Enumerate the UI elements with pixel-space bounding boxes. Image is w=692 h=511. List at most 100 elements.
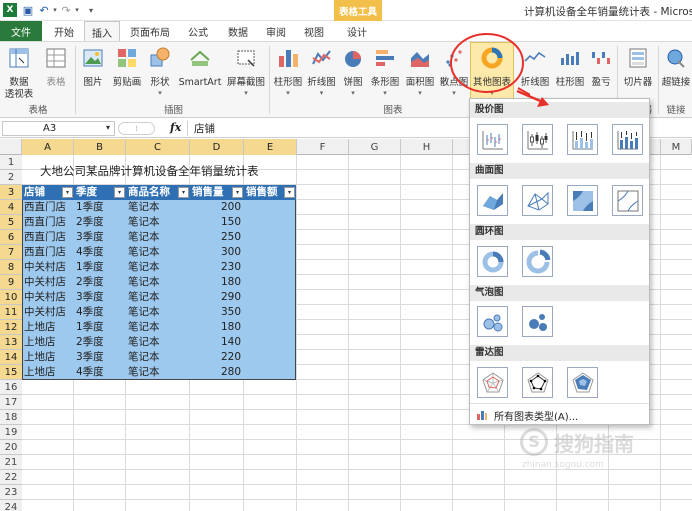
redo-dropdown-icon[interactable]: ▾ xyxy=(70,3,84,17)
column-header[interactable]: B xyxy=(74,139,126,155)
row-header[interactable]: 2 xyxy=(0,170,22,185)
radar-chart-option[interactable] xyxy=(477,367,508,398)
stock-vhlc-chart-option[interactable] xyxy=(567,124,598,155)
table-cell[interactable]: 290 xyxy=(190,290,244,305)
name-box-dropdown-icon[interactable]: ▾ xyxy=(106,123,110,132)
table-cell[interactable] xyxy=(244,200,296,215)
table-cell[interactable]: 2季度 xyxy=(74,335,126,350)
stock-ohlc-chart-option[interactable] xyxy=(522,124,553,155)
table-header-cell[interactable]: 商品名称 ▾ xyxy=(126,185,190,200)
row-header[interactable]: 8 xyxy=(0,260,22,275)
table-cell[interactable]: 笔记本 xyxy=(126,230,190,245)
insert-function-icon[interactable]: fx xyxy=(170,121,181,134)
row-header[interactable]: 16 xyxy=(0,380,22,395)
row-header[interactable]: 14 xyxy=(0,350,22,365)
column-header[interactable]: H xyxy=(401,139,453,155)
table-cell[interactable]: 中关村店 xyxy=(22,290,74,305)
wireframe-3d-chart-option[interactable] xyxy=(522,185,553,216)
table-cell[interactable] xyxy=(244,260,296,275)
row-header[interactable]: 24 xyxy=(0,500,22,511)
row-header[interactable]: 6 xyxy=(0,230,22,245)
table-cell[interactable]: 上地店 xyxy=(22,365,74,380)
wireframe-contour-chart-option[interactable] xyxy=(612,185,643,216)
row-header[interactable]: 10 xyxy=(0,290,22,305)
table-cell[interactable]: 笔记本 xyxy=(126,245,190,260)
row-header[interactable]: 11 xyxy=(0,305,22,320)
shapes-button[interactable]: 形状 ▾ xyxy=(147,45,173,101)
column-header[interactable]: M xyxy=(661,139,692,155)
row-header[interactable]: 21 xyxy=(0,455,22,470)
table-cell[interactable] xyxy=(244,365,296,380)
tab-view[interactable]: 视图 xyxy=(296,21,332,41)
bubble-chart-option[interactable] xyxy=(477,306,508,337)
table-cell[interactable]: 中关村店 xyxy=(22,275,74,290)
clipart-button[interactable]: 剪贴画 xyxy=(109,45,145,101)
tab-review[interactable]: 审阅 xyxy=(258,21,294,41)
tab-home[interactable]: 开始 xyxy=(46,21,82,41)
table-cell[interactable]: 250 xyxy=(190,230,244,245)
surface-3d-chart-option[interactable] xyxy=(477,185,508,216)
row-header[interactable]: 22 xyxy=(0,470,22,485)
row-header[interactable]: 17 xyxy=(0,395,22,410)
table-cell[interactable]: 180 xyxy=(190,320,244,335)
table-cell[interactable] xyxy=(244,290,296,305)
pie-chart-button[interactable]: 饼图 ▾ xyxy=(340,45,366,101)
filter-dropdown-icon[interactable]: ▾ xyxy=(62,187,73,198)
bubble-3d-chart-option[interactable] xyxy=(522,306,553,337)
row-header[interactable]: 5 xyxy=(0,215,22,230)
table-cell[interactable]: 3季度 xyxy=(74,350,126,365)
slicer-button[interactable]: 切片器 xyxy=(620,45,656,101)
bar-chart-button[interactable]: 条形图 ▾ xyxy=(368,45,402,101)
tab-data[interactable]: 数据 xyxy=(220,21,256,41)
column-header[interactable]: C xyxy=(126,139,190,155)
row-header[interactable]: 15 xyxy=(0,365,22,380)
table-cell[interactable]: 350 xyxy=(190,305,244,320)
filter-dropdown-icon[interactable]: ▾ xyxy=(114,187,125,198)
sparkline-column-button[interactable]: 柱形图 xyxy=(553,45,587,101)
table-cell[interactable]: 180 xyxy=(190,275,244,290)
table-cell[interactable]: 3季度 xyxy=(74,230,126,245)
table-cell[interactable]: 3季度 xyxy=(74,290,126,305)
tab-insert[interactable]: 插入 xyxy=(84,21,120,42)
table-cell[interactable]: 中关村店 xyxy=(22,305,74,320)
row-header[interactable]: 19 xyxy=(0,425,22,440)
table-cell[interactable]: 1季度 xyxy=(74,320,126,335)
table-cell[interactable] xyxy=(244,230,296,245)
table-cell[interactable] xyxy=(244,305,296,320)
table-cell[interactable]: 2季度 xyxy=(74,275,126,290)
formula-bar-splitter[interactable]: ⁞ xyxy=(118,122,155,135)
column-chart-button[interactable]: 柱形图 ▾ xyxy=(272,45,304,101)
table-cell[interactable]: 笔记本 xyxy=(126,260,190,275)
row-header[interactable]: 23 xyxy=(0,485,22,500)
table-cell[interactable] xyxy=(244,320,296,335)
column-header[interactable]: A xyxy=(22,139,74,155)
table-cell[interactable]: 280 xyxy=(190,365,244,380)
table-cell[interactable]: 笔记本 xyxy=(126,215,190,230)
contour-chart-option[interactable] xyxy=(567,185,598,216)
row-header[interactable]: 7 xyxy=(0,245,22,260)
table-cell[interactable]: 中关村店 xyxy=(22,260,74,275)
table-button[interactable]: 表格 xyxy=(40,45,72,101)
column-header[interactable]: G xyxy=(349,139,401,155)
table-cell[interactable]: 西直门店 xyxy=(22,245,74,260)
row-header[interactable]: 13 xyxy=(0,335,22,350)
row-header[interactable]: 18 xyxy=(0,410,22,425)
table-cell[interactable]: 4季度 xyxy=(74,245,126,260)
hyperlink-button[interactable]: 超链接 xyxy=(660,45,692,101)
tab-design[interactable]: 设计 xyxy=(336,21,378,41)
table-cell[interactable] xyxy=(244,215,296,230)
table-cell[interactable]: 140 xyxy=(190,335,244,350)
table-cell[interactable]: 笔记本 xyxy=(126,365,190,380)
table-header-cell[interactable]: 销售额 ▾ xyxy=(244,185,296,200)
select-all-corner[interactable] xyxy=(0,139,22,155)
stock-hlc-chart-option[interactable] xyxy=(477,124,508,155)
table-cell[interactable]: 4季度 xyxy=(74,365,126,380)
table-cell[interactable]: 西直门店 xyxy=(22,215,74,230)
table-cell[interactable]: 220 xyxy=(190,350,244,365)
sheet-title[interactable]: 大地公司某品牌计算机设备全年销量统计表 xyxy=(40,163,259,179)
table-cell[interactable]: 笔记本 xyxy=(126,290,190,305)
table-cell[interactable]: 上地店 xyxy=(22,320,74,335)
smartart-button[interactable]: SmartArt xyxy=(176,45,224,101)
table-cell[interactable]: 2季度 xyxy=(74,215,126,230)
row-header[interactable]: 20 xyxy=(0,440,22,455)
